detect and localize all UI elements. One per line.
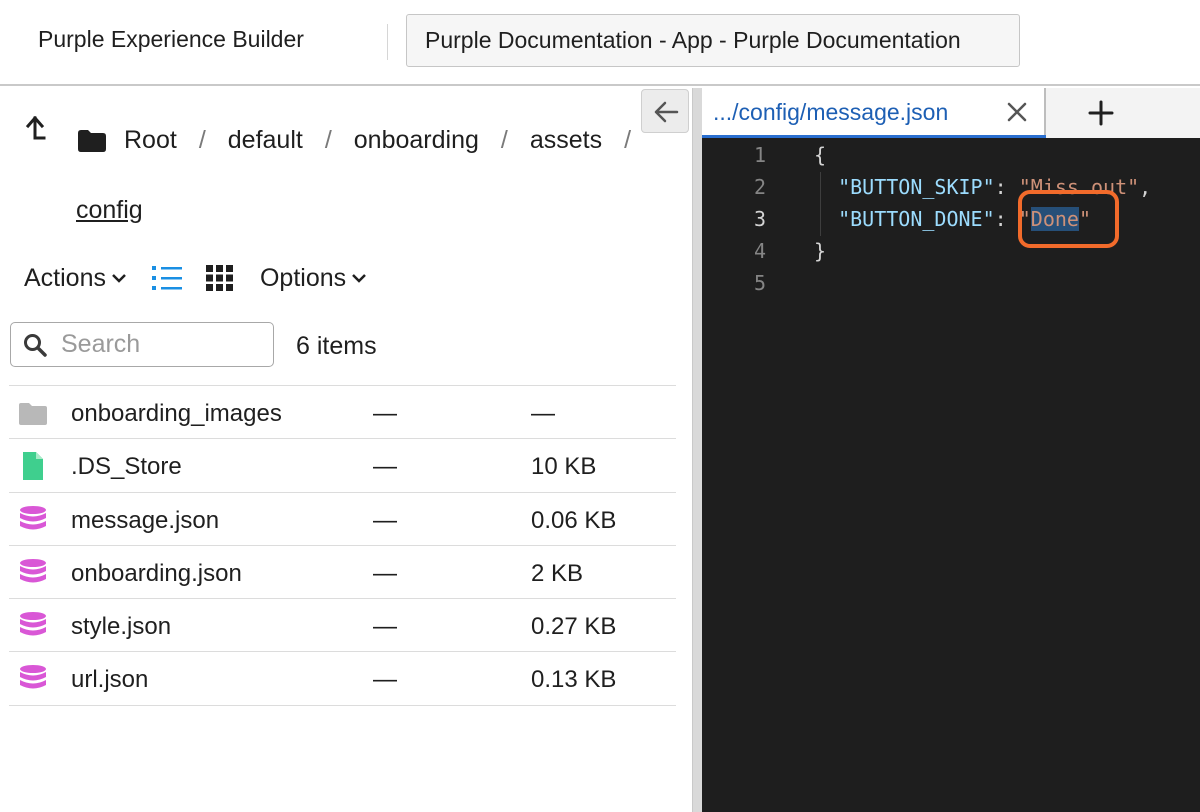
- json-key: "BUTTON_DONE": [838, 207, 995, 231]
- json-quote: ": [1078, 207, 1091, 231]
- tab-divider: [387, 24, 388, 60]
- editor-tab-label: .../config/message.json: [713, 99, 949, 125]
- breadcrumb-separator: /: [500, 126, 508, 154]
- file-name: onboarding.json: [71, 559, 242, 587]
- folder-icon: [19, 403, 47, 425]
- close-icon[interactable]: [1006, 101, 1028, 123]
- json-quote: ": [1018, 207, 1031, 231]
- json-key: "BUTTON_SKIP": [838, 175, 995, 199]
- search-icon: [24, 334, 47, 357]
- options-label: Options: [259, 263, 347, 292]
- folder-icon: [78, 129, 106, 152]
- collapse-panel-button[interactable]: [641, 89, 689, 133]
- database-icon: [20, 505, 46, 530]
- list-item[interactable]: url.json — 0.13 KB: [9, 652, 676, 706]
- search-input[interactable]: [61, 327, 266, 362]
- file-name: style.json: [71, 613, 172, 641]
- file-modified: —: [373, 453, 397, 481]
- item-count: 6 items: [296, 332, 377, 360]
- search-box: [10, 322, 274, 367]
- line-number: 2: [753, 175, 766, 199]
- list-item[interactable]: message.json — 0.06 KB: [9, 493, 676, 546]
- code-line: 1 {: [702, 140, 1200, 172]
- brace: {: [814, 143, 827, 167]
- file-modified: —: [373, 400, 397, 427]
- file-browser-panel: Root / default / onboarding / assets / c…: [0, 88, 692, 812]
- grid-view-icon[interactable]: [205, 265, 234, 291]
- file-modified: —: [373, 666, 397, 694]
- breadcrumb-root[interactable]: Root: [124, 126, 177, 155]
- line-number: 3: [753, 207, 766, 231]
- code-line: 5: [702, 268, 1200, 300]
- list-item[interactable]: .DS_Store — 10 KB: [9, 439, 676, 493]
- file-name: onboarding_images: [71, 400, 282, 427]
- arrow-left-icon: [654, 101, 679, 123]
- code-line-active: 3 "BUTTON_DONE": "Done": [702, 204, 1200, 236]
- app-title-tab[interactable]: Purple Experience Builder: [38, 26, 304, 53]
- file-modified: —: [373, 506, 397, 534]
- code-text: "BUTTON_DONE": "Done": [814, 207, 1091, 231]
- chevron-down-icon: [112, 274, 126, 283]
- panel-splitter[interactable]: [692, 88, 702, 812]
- file-size: 2 KB: [531, 559, 584, 587]
- file-list: onboarding_images — — .DS_Store — 10 KB …: [9, 385, 676, 706]
- line-number: 1: [753, 143, 766, 167]
- editor-tab-bar: .../config/message.json: [702, 88, 1200, 138]
- code-line: 4 }: [702, 236, 1200, 268]
- brace: }: [814, 239, 827, 263]
- file-icon: [23, 452, 43, 481]
- actions-label: Actions: [24, 263, 106, 292]
- file-name: message.json: [71, 506, 220, 534]
- code-text: }: [814, 239, 826, 263]
- active-tab-indicator: [702, 135, 1046, 138]
- top-bar: Purple Experience Builder Purple Documen…: [0, 0, 1200, 86]
- file-size: 0.27 KB: [531, 613, 617, 641]
- code-text: {: [814, 143, 826, 167]
- file-name: url.json: [71, 666, 149, 694]
- file-size: 0.13 KB: [531, 666, 617, 694]
- file-modified: —: [373, 559, 397, 587]
- breadcrumb-onboarding[interactable]: onboarding: [354, 126, 479, 155]
- json-value: "Miss out": [1018, 175, 1140, 199]
- parent-folder-icon[interactable]: [24, 116, 46, 148]
- breadcrumb-default[interactable]: default: [228, 126, 303, 155]
- json-colon: :: [994, 207, 1019, 231]
- json-comma: ,: [1139, 175, 1152, 199]
- database-icon: [20, 612, 46, 636]
- file-toolbar: Actions Options: [24, 261, 367, 295]
- file-size: 10 KB: [531, 453, 597, 481]
- list-item[interactable]: style.json — 0.27 KB: [9, 599, 676, 653]
- breadcrumb-separator: /: [324, 126, 332, 154]
- file-size: 0.06 KB: [531, 506, 617, 534]
- line-number: 4: [753, 239, 766, 263]
- documentation-tab[interactable]: Purple Documentation - App - Purple Docu…: [406, 14, 1020, 67]
- options-menu-button[interactable]: Options: [259, 263, 367, 293]
- code-editor-panel: .../config/message.json 1 { 2 "BUTTON_SK…: [702, 88, 1200, 812]
- file-modified: —: [373, 613, 397, 641]
- chevron-down-icon: [352, 274, 367, 283]
- breadcrumb-current[interactable]: config: [76, 196, 143, 225]
- actions-menu-button[interactable]: Actions: [24, 264, 126, 293]
- database-icon: [20, 558, 46, 583]
- editor-tab-message-json[interactable]: .../config/message.json: [702, 88, 1046, 138]
- list-item[interactable]: onboarding_images — —: [9, 386, 676, 440]
- breadcrumb: Root / default / onboarding / assets /: [78, 126, 653, 155]
- breadcrumb-separator: /: [624, 126, 632, 154]
- line-number: 5: [753, 271, 766, 295]
- selected-text: Done: [1030, 207, 1079, 231]
- code-line: 2 "BUTTON_SKIP": "Miss out",: [702, 172, 1200, 204]
- list-view-icon[interactable]: [151, 265, 182, 291]
- code-text: "BUTTON_SKIP": "Miss out",: [814, 175, 1151, 199]
- breadcrumb-separator: /: [198, 126, 206, 154]
- code-area[interactable]: 1 { 2 "BUTTON_SKIP": "Miss out", 3 "BUTT…: [702, 140, 1200, 300]
- file-size: —: [531, 400, 555, 427]
- file-name: .DS_Store: [71, 453, 182, 481]
- database-icon: [20, 665, 46, 689]
- json-colon: :: [994, 175, 1019, 199]
- list-item[interactable]: onboarding.json — 2 KB: [9, 546, 676, 600]
- breadcrumb-assets[interactable]: assets: [530, 126, 602, 155]
- add-tab-icon[interactable]: [1088, 100, 1114, 126]
